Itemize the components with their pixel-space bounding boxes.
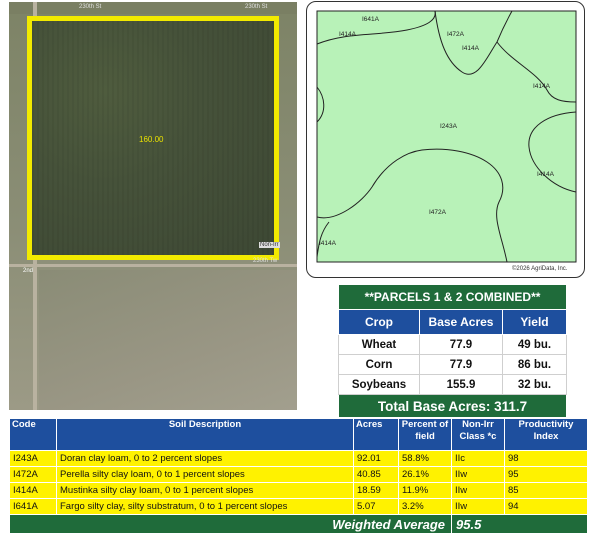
table-row: Soybeans 155.9 32 bu. (338, 374, 567, 395)
parcels-table: **PARCELS 1 & 2 COMBINED** Crop Base Acr… (338, 284, 567, 418)
pct-cell: 26.1% (398, 466, 452, 483)
acres-cell: 77.9 (419, 334, 503, 355)
crop-cell: Soybeans (338, 374, 420, 395)
soil-table: Code Soil Description Acres Percent of f… (9, 418, 588, 534)
road-label-bottom-right: 230th Tw (253, 258, 278, 264)
crop-cell: Wheat (338, 334, 420, 355)
acres-cell: 40.85 (353, 466, 399, 483)
pi-cell: 98 (504, 450, 588, 467)
desc-cell: Perella silty clay loam, 0 to 1 percent … (56, 466, 354, 483)
class-cell: IIw (451, 466, 505, 483)
desc-cell: Fargo silty clay, silty substratum, 0 to… (56, 498, 354, 515)
crop-cell: Corn (338, 354, 420, 375)
code-cell: I472A (9, 466, 57, 483)
aerial-road-horizontal (9, 264, 297, 267)
header-code: Code (9, 418, 57, 451)
header-yield: Yield (502, 309, 567, 335)
header-class: Non-Irr Class *c (451, 418, 505, 451)
soil-label-4: I414A (462, 45, 480, 52)
class-cell: IIc (451, 450, 505, 467)
soil-label-6: I243A (440, 123, 458, 130)
acres-cell: 155.9 (419, 374, 503, 395)
header-percent: Percent of field (398, 418, 452, 451)
weighted-average-value: 95.5 (451, 514, 588, 534)
soil-map-drawing: I641A I414A I472A I414A I414A I243A I414… (316, 10, 577, 272)
road-label-top-right: 230th St (245, 4, 268, 10)
header-base-acres: Base Acres (419, 309, 503, 335)
weighted-average-row: Weighted Average 95.5 (9, 514, 588, 534)
soil-label-8: I472A (429, 209, 447, 216)
yield-cell: 86 bu. (502, 354, 567, 375)
aerial-photo: 160.00 230th St 230th St Non-Irr 2nd 230… (9, 2, 297, 410)
header-soil-description: Soil Description (56, 418, 354, 451)
acres-cell: 77.9 (419, 354, 503, 375)
table-row: I243A Doran clay loam, 0 to 2 percent sl… (9, 450, 588, 467)
parcels-banner: **PARCELS 1 & 2 COMBINED** (338, 284, 567, 310)
code-cell: I243A (9, 450, 57, 467)
parcel-acres-label: 160.00 (139, 135, 164, 144)
code-cell: I641A (9, 498, 57, 515)
code-cell: I414A (9, 482, 57, 499)
pct-cell: 11.9% (398, 482, 452, 499)
pi-cell: 94 (504, 498, 588, 515)
acres-cell: 18.59 (353, 482, 399, 499)
table-row: Corn 77.9 86 bu. (338, 354, 567, 375)
header-acres: Acres (353, 418, 399, 451)
pct-cell: 58.8% (398, 450, 452, 467)
pi-cell: 95 (504, 466, 588, 483)
desc-cell: Doran clay loam, 0 to 2 percent slopes (56, 450, 354, 467)
pi-cell: 85 (504, 482, 588, 499)
soil-map-area (316, 10, 577, 263)
header-crop: Crop (338, 309, 420, 335)
pct-cell: 3.2% (398, 498, 452, 515)
desc-cell: Mustinka silty clay loam, 0 to 1 percent… (56, 482, 354, 499)
yield-cell: 32 bu. (502, 374, 567, 395)
class-cell: IIw (451, 498, 505, 515)
soil-label-2: I414A (339, 31, 357, 38)
weighted-average-label: Weighted Average (9, 514, 452, 534)
aerial-lower-fields (39, 270, 297, 410)
road-label-top: 230th St (79, 4, 102, 10)
table-row: I641A Fargo silty clay, silty substratum… (9, 498, 588, 515)
acres-cell: 92.01 (353, 450, 399, 467)
table-row: Wheat 77.9 49 bu. (338, 334, 567, 355)
soil-label-9: I414A (319, 240, 337, 247)
acres-cell: 5.07 (353, 498, 399, 515)
header-productivity: Productivity Index (504, 418, 588, 451)
class-cell: IIw (451, 482, 505, 499)
corner-tag: Non-Irr (259, 242, 280, 248)
table-row: I414A Mustinka silty clay loam, 0 to 1 p… (9, 482, 588, 499)
soil-label-1: I641A (362, 16, 380, 23)
yield-cell: 49 bu. (502, 334, 567, 355)
soil-map: I641A I414A I472A I414A I414A I243A I414… (306, 1, 585, 278)
table-row: I472A Perella silty clay loam, 0 to 1 pe… (9, 466, 588, 483)
total-base-acres: Total Base Acres: 311.7 (338, 394, 567, 418)
road-label-left: 2nd (23, 268, 34, 274)
map-copyright: ©2026 AgriData, Inc. (512, 265, 568, 272)
soil-label-3: I472A (447, 31, 465, 38)
soil-label-5: I414A (533, 83, 551, 90)
soil-label-7: I414A (537, 171, 555, 178)
